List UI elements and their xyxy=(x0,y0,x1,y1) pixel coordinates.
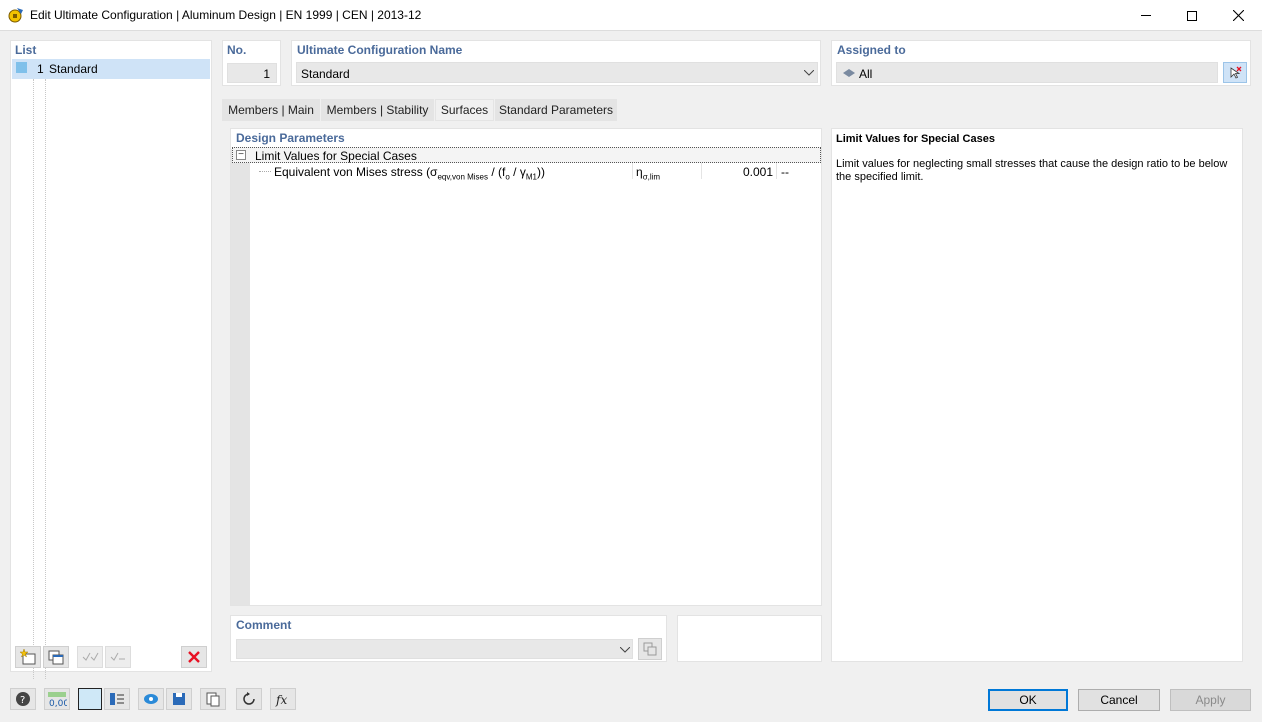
copy-icon xyxy=(48,650,64,665)
maximize-icon xyxy=(1187,10,1197,21)
assigned-label: Assigned to xyxy=(837,43,906,57)
uncheck-icon xyxy=(110,652,125,661)
copy-item-button[interactable] xyxy=(43,646,69,668)
tab-surfaces[interactable]: Surfaces xyxy=(435,99,494,121)
view-icon xyxy=(144,694,158,704)
help-icon: ? xyxy=(16,692,30,706)
design-parameters-header: Design Parameters xyxy=(236,131,345,145)
assigned-field: All xyxy=(836,62,1218,83)
group-row-limit-values[interactable]: − Limit Values for Special Cases xyxy=(232,147,821,163)
number-field: 1 xyxy=(227,63,277,83)
list-header: List xyxy=(15,43,37,57)
reset-icon xyxy=(243,692,255,705)
row-unit: -- xyxy=(781,165,789,179)
comment-label: Comment xyxy=(236,618,292,632)
delete-icon xyxy=(188,651,200,663)
comment-combobox[interactable] xyxy=(236,639,633,659)
apply-button[interactable]: Apply xyxy=(1170,689,1251,711)
name-combobox[interactable]: Standard xyxy=(296,62,818,83)
close-icon xyxy=(1232,10,1244,21)
units-button[interactable]: 0,00 xyxy=(44,688,70,710)
row-label: Equivalent von Mises stress (σeqv,von Mi… xyxy=(274,165,545,182)
svg-text:0,00: 0,00 xyxy=(49,699,67,707)
minimize-button[interactable] xyxy=(1123,0,1169,31)
list-item-name: Standard xyxy=(49,62,98,76)
comment-panel: Comment xyxy=(230,615,667,662)
formula-icon: fx xyxy=(275,693,287,707)
name-label: Ultimate Configuration Name xyxy=(297,43,463,57)
ok-button[interactable]: OK xyxy=(988,689,1068,711)
column-divider xyxy=(701,163,702,179)
color-button[interactable] xyxy=(78,688,102,710)
info-text: Limit values for neglecting small stress… xyxy=(836,158,1228,183)
copy-settings-button[interactable] xyxy=(200,688,226,710)
comment-copy-button[interactable] xyxy=(638,638,662,660)
collapse-icon[interactable]: − xyxy=(236,150,246,160)
empty-panel xyxy=(677,615,822,662)
svg-text:fx: fx xyxy=(275,693,287,707)
surface-icon xyxy=(843,69,855,77)
name-value: Standard xyxy=(301,67,350,81)
assigned-value: All xyxy=(859,67,873,81)
tree-branch-line xyxy=(259,171,271,172)
formula-button[interactable]: fx xyxy=(270,688,296,710)
tab-members-main[interactable]: Members | Main xyxy=(222,99,320,121)
row-value[interactable]: 0.001 xyxy=(703,165,773,179)
assigned-panel: Assigned to All xyxy=(831,40,1251,86)
delete-item-button[interactable] xyxy=(181,646,207,668)
name-panel: Ultimate Configuration Name Standard xyxy=(291,40,821,86)
list-item[interactable]: 1 Standard xyxy=(12,59,210,79)
svg-text:?: ? xyxy=(20,695,25,706)
cancel-button[interactable]: Cancel xyxy=(1078,689,1160,711)
copy-icon xyxy=(643,642,657,656)
help-button[interactable]: ? xyxy=(10,688,36,710)
design-parameters-panel: Design Parameters − Limit Values for Spe… xyxy=(230,128,822,606)
close-button[interactable] xyxy=(1215,0,1261,31)
save-defaults-button[interactable] xyxy=(166,688,192,710)
info-title: Limit Values for Special Cases xyxy=(836,133,995,145)
minimize-icon xyxy=(1141,15,1151,16)
list-panel: List 1 Standard xyxy=(10,40,212,679)
clipboard-icon xyxy=(206,692,220,707)
display-icon xyxy=(110,693,124,705)
row-symbol: ησ,lim xyxy=(636,165,661,182)
reset-button[interactable] xyxy=(236,688,262,710)
chevron-down-icon xyxy=(804,70,814,76)
tab-members-stability[interactable]: Members | Stability xyxy=(321,99,434,121)
save-icon xyxy=(173,693,185,705)
window-title: Edit Ultimate Configuration | Aluminum D… xyxy=(30,8,422,22)
number-label: No. xyxy=(227,43,247,57)
group-label: Limit Values for Special Cases xyxy=(255,149,417,163)
model-view-button[interactable] xyxy=(138,688,164,710)
aluminum-design-icon xyxy=(8,7,24,23)
list-item-number: 1 xyxy=(37,62,44,76)
select-objects-button[interactable] xyxy=(1223,62,1247,83)
tree-guide-line xyxy=(33,79,34,679)
tree-gutter xyxy=(231,149,250,605)
tab-standard-parameters[interactable]: Standard Parameters xyxy=(495,99,617,121)
title-bar: Edit Ultimate Configuration | Aluminum D… xyxy=(0,0,1262,31)
new-star-icon xyxy=(19,649,36,665)
uncheck-button[interactable] xyxy=(105,646,131,668)
chevron-down-icon xyxy=(620,647,630,653)
check-all-button[interactable] xyxy=(77,646,103,668)
check-icon xyxy=(82,652,99,661)
display-settings-button[interactable] xyxy=(104,688,130,710)
new-item-button[interactable] xyxy=(15,646,41,668)
color-swatch-icon xyxy=(16,62,27,73)
pick-cursor-icon xyxy=(1230,66,1242,79)
column-divider xyxy=(776,163,777,179)
decimal-units-icon: 0,00 xyxy=(48,692,67,707)
tree-guide-line xyxy=(45,79,46,679)
table-row[interactable]: Equivalent von Mises stress (σeqv,von Mi… xyxy=(251,163,821,182)
number-panel: No. 1 xyxy=(222,40,281,86)
info-panel: Limit Values for Special Cases Limit val… xyxy=(831,128,1243,662)
maximize-button[interactable] xyxy=(1169,0,1215,31)
column-divider xyxy=(632,163,633,179)
